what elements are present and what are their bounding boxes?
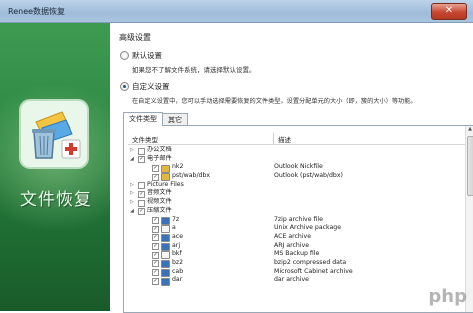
row-description: Microsoft Cabinet archive: [274, 267, 353, 275]
tree-row[interactable]: ◢ ✓ 压缩文件: [128, 207, 466, 216]
row-description: bzip2 compressed data: [274, 258, 347, 266]
tree-row[interactable]: ✓ pst/wab/dbx Outlook (pst/wab/dbx): [128, 172, 466, 182]
row-checkbox[interactable]: ✓: [152, 260, 159, 268]
row-checkbox[interactable]: ✓: [152, 269, 159, 277]
tree-row[interactable]: ◢ ✓ 电子邮件: [128, 155, 466, 164]
side-panel: 文件恢复: [0, 23, 110, 311]
row-checkbox[interactable]: [138, 199, 145, 207]
tree-row[interactable]: ✓ nk2 Outlook Nickfile: [128, 163, 466, 173]
row-name: dar: [172, 276, 183, 284]
tree-row[interactable]: ✓ cab Microsoft Cabinet archive: [128, 268, 466, 277]
expand-icon[interactable]: ▷: [130, 146, 134, 155]
section-title: 高级设置: [119, 33, 151, 42]
default-settings-label[interactable]: 默认设置: [132, 50, 162, 61]
row-checkbox[interactable]: ✓: [152, 217, 159, 224]
tree-row[interactable]: ▷ ✓ 音频文件: [128, 189, 466, 198]
settings-panel: 高级设置 默认设置 如果您不了解文件系统，请选择默认设置。 自定义设置 在自定义…: [112, 23, 473, 313]
tree-row[interactable]: ✓ dar dar archive: [128, 276, 466, 286]
tree-row[interactable]: ▷ 视频文件: [128, 198, 466, 207]
row-description: Unix Archive package: [274, 224, 342, 232]
window-title: Renee数据恢复: [8, 7, 66, 16]
default-settings-radio[interactable]: [120, 51, 129, 60]
collapse-icon[interactable]: ◢: [130, 155, 134, 164]
custom-settings-radio[interactable]: [120, 82, 129, 91]
row-name: arj: [172, 241, 181, 249]
column-divider[interactable]: [273, 133, 274, 144]
row-checkbox[interactable]: ✓: [152, 251, 159, 259]
row-description: Outlook Nickfile: [274, 163, 323, 171]
custom-settings-label[interactable]: 自定义设置: [132, 81, 170, 92]
row-name: a: [172, 224, 176, 232]
row-name: bz2: [172, 258, 184, 266]
row-name: 压缩文件: [147, 206, 172, 214]
file-type-tree: ▷ 办公文档 ◢ ✓ 电子邮件 ✓ nk2 Outlook Nickfile ✓ pst/wab/…: [128, 146, 466, 312]
scroll-up-icon[interactable]: ▲: [466, 126, 473, 134]
row-checkbox[interactable]: ✓: [152, 173, 159, 181]
tree-row[interactable]: ✓ bkf MS Backup file: [128, 250, 466, 260]
side-panel-title: 文件恢复: [20, 190, 92, 210]
tree-row[interactable]: ▷ 办公文档: [128, 146, 466, 155]
tree-row[interactable]: ▷ Picture Files: [128, 181, 466, 190]
tree-row[interactable]: ✓ bz2 bzip2 compressed data: [128, 258, 466, 269]
row-checkbox[interactable]: ✓: [138, 208, 145, 216]
row-description: ACE archive: [274, 232, 312, 240]
row-description: 7zip archive file: [274, 215, 323, 223]
row-description: Outlook (pst/wab/dbx): [274, 172, 343, 180]
expand-icon[interactable]: ▷: [130, 181, 134, 190]
row-name: 7z: [172, 215, 180, 223]
collapse-icon[interactable]: ◢: [130, 207, 134, 216]
window-titlebar: Renee数据恢复 ✕: [0, 0, 473, 23]
row-name: ace: [172, 232, 184, 240]
row-name: cab: [172, 267, 184, 275]
row-checkbox[interactable]: ✓: [152, 225, 159, 233]
default-settings-hint: 如果您不了解文件系统，请选择默认设置。: [132, 66, 256, 74]
tab-file-types[interactable]: 文件类型: [123, 112, 163, 126]
row-name: 视频文件: [147, 198, 172, 206]
column-header-description[interactable]: 描述: [278, 134, 291, 144]
row-checkbox[interactable]: ✓: [152, 277, 159, 285]
row-checkbox[interactable]: [138, 182, 145, 190]
close-icon[interactable]: ✕: [431, 3, 467, 20]
row-name: pst/wab/dbx: [172, 172, 211, 180]
expand-icon[interactable]: ▷: [130, 189, 134, 198]
row-description: dar archive: [274, 276, 309, 284]
row-checkbox[interactable]: ✓: [152, 234, 159, 242]
row-description: ARJ archive: [274, 241, 310, 249]
archive-file-icon: [161, 277, 170, 286]
row-checkbox[interactable]: ✓: [138, 190, 145, 198]
table-header: 文件类型 描述: [128, 133, 472, 145]
watermark: php: [428, 286, 467, 307]
row-checkbox[interactable]: ✓: [152, 164, 159, 172]
row-name: 电子邮件: [147, 154, 172, 162]
tree-row[interactable]: ✓ a Unix Archive package: [128, 224, 466, 234]
row-checkbox[interactable]: ✓: [152, 243, 159, 251]
recycle-bin-recovery-icon: [18, 98, 90, 170]
row-description: MS Backup file: [274, 250, 320, 258]
row-name: nk2: [172, 163, 184, 171]
tree-row[interactable]: ✓ arj ARJ archive: [128, 242, 466, 251]
scroll-thumb[interactable]: [467, 136, 473, 196]
tree-row[interactable]: ✓ ace ACE archive: [128, 232, 466, 243]
row-checkbox[interactable]: [138, 147, 145, 155]
row-name: 办公文档: [147, 146, 172, 153]
vertical-scrollbar[interactable]: ▲: [465, 126, 473, 312]
row-name: bkf: [172, 250, 182, 258]
custom-settings-hint: 在自定义设置中，您可以手动选择需要恢复的文件类型，设置分配单元的大小（即，簇的大…: [132, 98, 417, 105]
column-header-file-type[interactable]: 文件类型: [132, 134, 158, 144]
row-checkbox[interactable]: ✓: [138, 156, 145, 164]
expand-icon[interactable]: ▷: [130, 198, 134, 207]
row-name: 音频文件: [147, 189, 172, 197]
file-types-panel: 文件类型 描述 ▷ 办公文档 ◢ ✓ 电子邮件 ✓ nk2 Outlook Nickfile ✓…: [123, 125, 473, 313]
tree-row[interactable]: ✓ 7z 7zip archive file: [128, 216, 466, 225]
